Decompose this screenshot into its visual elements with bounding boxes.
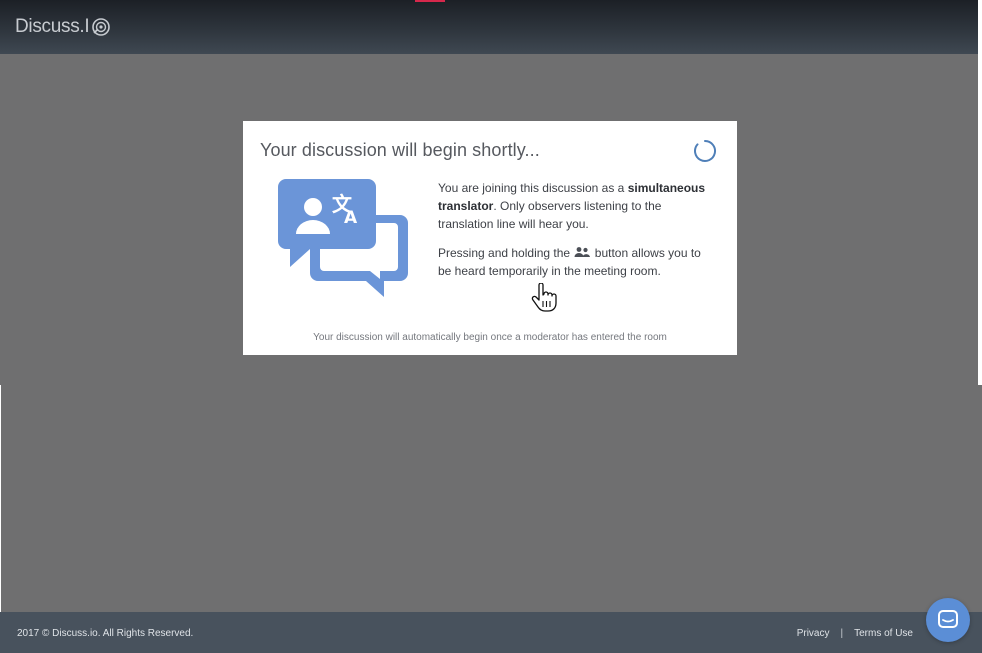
discuss-logo-icon [92, 18, 111, 36]
logo-text: Discuss.I [15, 16, 90, 37]
terms-of-use-link[interactable]: Terms of Use [854, 628, 913, 639]
waiting-room-dialog: Your discussion will begin shortly... 文 … [243, 121, 737, 355]
translator-role-text: You are joining this discussion as a sim… [438, 179, 713, 233]
window-edge [978, 0, 982, 385]
window-edge-left [0, 385, 1, 612]
privacy-link[interactable]: Privacy [797, 628, 830, 639]
footer-separator: | [840, 628, 844, 639]
logo[interactable]: Discuss.I [15, 14, 111, 40]
translation-chat-bubbles-icon: 文 A [278, 179, 408, 297]
top-navbar: Discuss.I [0, 0, 978, 54]
copyright-text: 2017 © Discuss.io. All Rights Reserved. [17, 628, 194, 639]
hold-text-prefix: Pressing and holding the [438, 246, 571, 260]
svg-text:A: A [344, 208, 358, 228]
moderator-wait-note: Your discussion will automatically begin… [313, 332, 667, 343]
active-indicator [415, 0, 445, 2]
chat-bubble-icon [938, 610, 958, 628]
chat-launcher-button[interactable] [926, 598, 970, 642]
loading-spinner-icon [694, 140, 717, 162]
role-text-prefix: You are joining this discussion as a [438, 181, 625, 195]
hand-pointer-cursor-icon [531, 283, 557, 312]
footer-links: Privacy | Terms of Use [797, 628, 913, 639]
dialog-message: You are joining this discussion as a sim… [438, 179, 713, 291]
page-footer: 2017 © Discuss.io. All Rights Reserved. … [0, 612, 982, 653]
dialog-title: Your discussion will begin shortly... [260, 140, 540, 160]
group-speak-icon [574, 247, 591, 257]
hold-button-text: Pressing and holding the button allows y… [438, 244, 713, 280]
app-page: Discuss.I Your discussion will begin sho… [0, 0, 982, 653]
